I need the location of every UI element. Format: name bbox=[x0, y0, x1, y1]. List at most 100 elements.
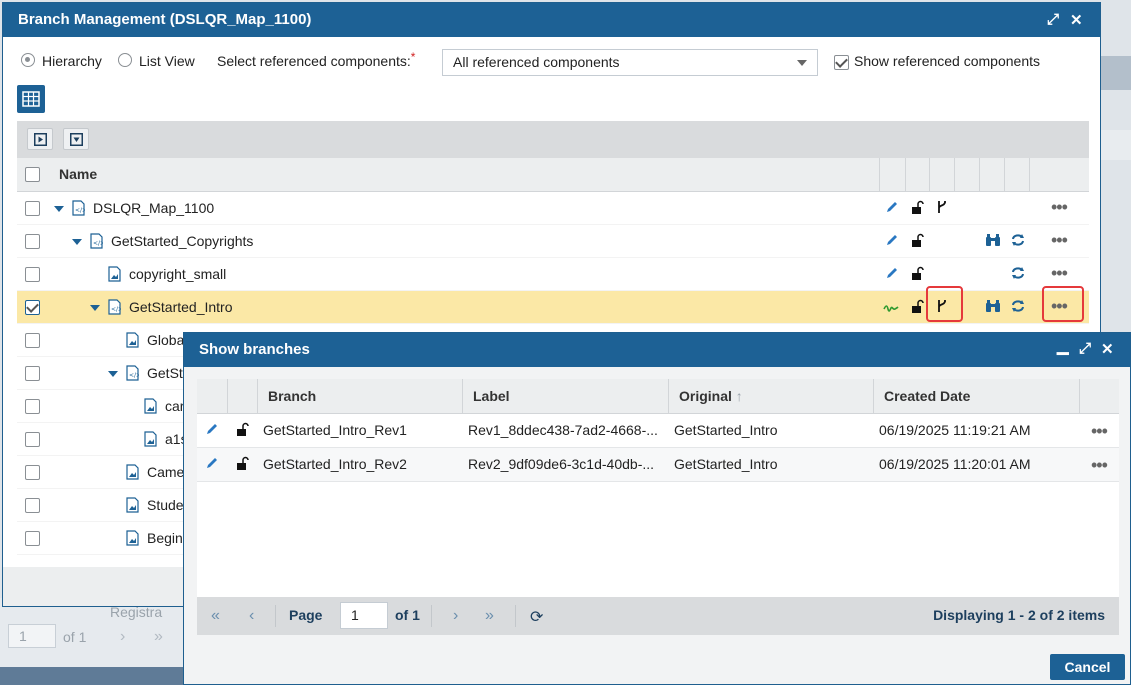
row-checkbox[interactable] bbox=[25, 498, 40, 513]
row-name: copyright_small bbox=[129, 266, 227, 282]
background-last-icon[interactable]: » bbox=[154, 628, 163, 646]
edit-icon[interactable] bbox=[885, 200, 899, 217]
branch-column-header[interactable]: Branch bbox=[268, 388, 316, 404]
more-options-icon[interactable]: ••• bbox=[1051, 264, 1068, 282]
row-checkbox[interactable] bbox=[25, 531, 40, 546]
row-name: Stude bbox=[147, 497, 184, 513]
show-referenced-checkbox[interactable] bbox=[834, 55, 849, 70]
tree-row[interactable]: </> GetStarted_Copyrights ••• bbox=[17, 225, 1089, 258]
tree-row[interactable]: </> DSLQR_Map_1100 ••• bbox=[17, 192, 1089, 225]
collapse-all-button[interactable] bbox=[63, 128, 89, 150]
image-file-icon bbox=[144, 398, 157, 414]
refresh-icon[interactable] bbox=[1010, 233, 1026, 250]
list-view-radio[interactable] bbox=[118, 53, 132, 67]
binoculars-icon[interactable] bbox=[985, 233, 1001, 250]
referenced-components-select[interactable]: All referenced components bbox=[442, 49, 818, 76]
caret-down-icon[interactable] bbox=[90, 305, 100, 311]
image-file-icon bbox=[126, 464, 139, 480]
tree-row-selected[interactable]: </> GetStarted_Intro ••• bbox=[17, 286, 1089, 324]
branch-row[interactable]: GetStarted_Intro_Rev2 Rev2_9df09de6-3c1d… bbox=[197, 448, 1119, 482]
row-name: GetStarted_Copyrights bbox=[111, 233, 254, 249]
more-options-icon[interactable]: ••• bbox=[1091, 422, 1108, 440]
branch-icon-highlight bbox=[926, 286, 963, 322]
unlock-icon[interactable] bbox=[910, 200, 924, 217]
select-value: All referenced components bbox=[453, 54, 620, 70]
edit-icon[interactable] bbox=[205, 456, 219, 473]
map-file-icon: </> bbox=[108, 299, 121, 315]
caret-down-icon[interactable] bbox=[54, 206, 64, 212]
tree-header: Name bbox=[17, 158, 1089, 192]
dialog-pager: « ‹ Page 1 of 1 › » ⟳ Displaying 1 - 2 o… bbox=[197, 597, 1119, 635]
expand-icon bbox=[34, 133, 47, 146]
map-file-icon: </> bbox=[126, 365, 139, 381]
close-icon[interactable]: ✕ bbox=[1070, 11, 1083, 29]
refresh-icon[interactable] bbox=[1010, 266, 1026, 283]
grid-view-button[interactable] bbox=[17, 85, 45, 113]
branch-icon[interactable] bbox=[936, 200, 948, 217]
svg-text:</>: </> bbox=[75, 207, 85, 214]
row-checkbox[interactable] bbox=[25, 465, 40, 480]
minimize-icon[interactable]: ▁ bbox=[1057, 337, 1069, 355]
unlock-icon[interactable] bbox=[910, 233, 924, 250]
cancel-button[interactable]: Cancel bbox=[1050, 654, 1125, 680]
show-branches-dialog: Show branches ▁ ⤢ ✕ Branch Label Origina… bbox=[183, 332, 1131, 685]
created-date-column-header[interactable]: Created Date bbox=[884, 388, 970, 404]
collapse-icon bbox=[70, 133, 83, 146]
background-page-input[interactable]: 1 bbox=[8, 624, 56, 648]
row-checkbox[interactable] bbox=[25, 300, 40, 315]
page-input[interactable]: 1 bbox=[340, 602, 388, 629]
refresh-icon[interactable]: ⟳ bbox=[530, 607, 543, 627]
hierarchy-radio[interactable] bbox=[21, 53, 35, 67]
binoculars-icon[interactable] bbox=[985, 299, 1001, 316]
caret-down-icon[interactable] bbox=[72, 239, 82, 245]
edit-icon[interactable] bbox=[885, 266, 899, 283]
select-all-checkbox[interactable] bbox=[25, 167, 40, 182]
tree-toolbar bbox=[17, 121, 1089, 158]
maximize-icon[interactable]: ⤢ bbox=[1079, 340, 1091, 357]
refresh-icon[interactable] bbox=[1010, 299, 1026, 316]
next-page-icon[interactable]: › bbox=[453, 607, 458, 625]
name-column-header[interactable]: Name bbox=[59, 166, 97, 182]
image-file-icon bbox=[126, 332, 139, 348]
row-checkbox[interactable] bbox=[25, 201, 40, 216]
unlock-icon[interactable] bbox=[235, 456, 249, 473]
branch-label: Rev2_9df09de6-3c1d-40db-... bbox=[468, 456, 655, 472]
edit-icon[interactable] bbox=[205, 422, 219, 439]
row-checkbox[interactable] bbox=[25, 432, 40, 447]
unlock-icon[interactable] bbox=[235, 422, 249, 439]
original-column-header[interactable]: Original ↑ bbox=[679, 388, 743, 404]
background-next-icon[interactable]: › bbox=[120, 628, 125, 646]
map-file-icon: </> bbox=[72, 200, 85, 216]
unlock-icon[interactable] bbox=[910, 299, 924, 316]
more-options-icon[interactable]: ••• bbox=[1051, 198, 1068, 216]
first-page-icon[interactable]: « bbox=[211, 607, 220, 625]
grid-icon bbox=[22, 91, 40, 107]
label-column-header[interactable]: Label bbox=[473, 388, 510, 404]
edit-icon[interactable] bbox=[885, 233, 899, 250]
previous-page-icon[interactable]: ‹ bbox=[249, 607, 254, 625]
row-checkbox[interactable] bbox=[25, 234, 40, 249]
close-icon[interactable]: ✕ bbox=[1101, 340, 1114, 358]
more-options-icon[interactable]: ••• bbox=[1051, 231, 1068, 249]
branch-original: GetStarted_Intro bbox=[674, 456, 778, 472]
unlock-icon[interactable] bbox=[910, 266, 924, 283]
row-checkbox[interactable] bbox=[25, 267, 40, 282]
row-checkbox[interactable] bbox=[25, 399, 40, 414]
select-components-label: Select referenced components:* bbox=[217, 50, 416, 69]
grid-header: Branch Label Original ↑ Created Date bbox=[197, 379, 1119, 414]
row-name: Globa bbox=[147, 332, 185, 348]
last-page-icon[interactable]: » bbox=[485, 607, 494, 625]
row-checkbox[interactable] bbox=[25, 333, 40, 348]
expand-all-button[interactable] bbox=[27, 128, 53, 150]
row-checkbox[interactable] bbox=[25, 366, 40, 381]
signature-icon[interactable] bbox=[883, 299, 899, 316]
more-options-icon[interactable]: ••• bbox=[1091, 456, 1108, 474]
caret-down-icon[interactable] bbox=[108, 371, 118, 377]
maximize-icon[interactable]: ⤢ bbox=[1047, 11, 1059, 28]
svg-text:</>: </> bbox=[129, 372, 139, 379]
dialog-titlebar: Show branches ▁ ⤢ ✕ bbox=[184, 333, 1130, 367]
branch-row[interactable]: GetStarted_Intro_Rev1 Rev1_8ddec438-7ad2… bbox=[197, 414, 1119, 448]
pager-display: Displaying 1 - 2 of 2 items bbox=[933, 607, 1105, 623]
required-mark: * bbox=[410, 50, 416, 64]
branch-created: 06/19/2025 11:19:21 AM bbox=[879, 422, 1031, 438]
